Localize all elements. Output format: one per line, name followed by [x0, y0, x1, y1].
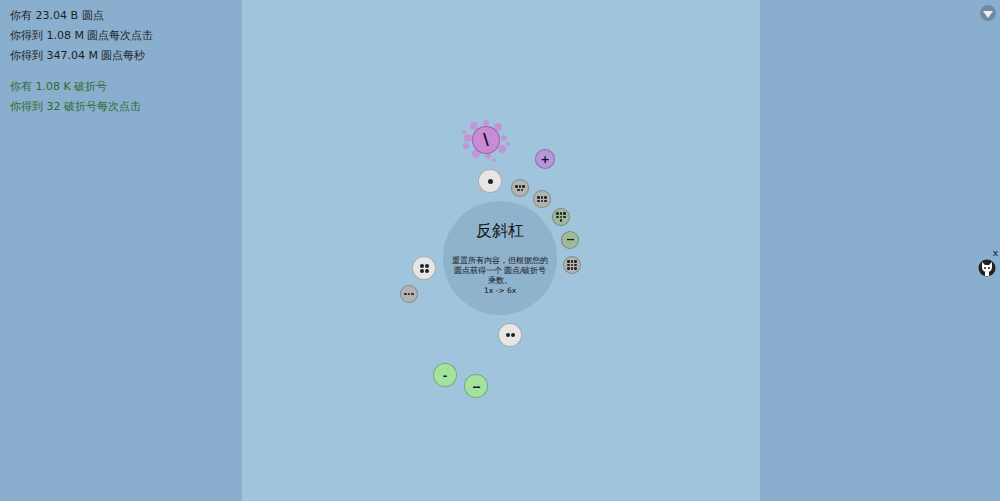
dot	[488, 179, 493, 184]
dot	[408, 293, 411, 296]
dot	[541, 196, 544, 199]
dot	[571, 260, 574, 263]
dot	[563, 212, 566, 215]
dot	[522, 185, 525, 188]
stat-line: 你得到 1.08 M 圆点每次点击	[10, 26, 232, 46]
dot	[574, 260, 577, 263]
upgrade-node[interactable]: -	[433, 363, 457, 387]
stats-panel: 你有 23.04 B 圆点你得到 1.08 M 圆点每次点击你得到 347.04…	[0, 0, 242, 501]
triangle-down-icon	[983, 11, 993, 18]
dot	[420, 264, 424, 268]
stat-line: 你得到 32 破折号每次点击	[10, 97, 232, 117]
dot	[571, 267, 574, 270]
prestige-title: 反斜杠	[476, 221, 524, 242]
right-panel: x	[760, 0, 1000, 501]
dots-icon	[420, 264, 429, 273]
node-label: --	[472, 381, 479, 392]
close-button[interactable]: x	[993, 248, 998, 258]
upgrade-node[interactable]	[552, 208, 570, 226]
dot	[519, 185, 522, 188]
dot	[563, 216, 566, 219]
dot	[517, 189, 520, 192]
dots-icon	[556, 212, 566, 222]
dot	[560, 219, 563, 222]
upgrade-node[interactable]	[533, 190, 551, 208]
stat-line: 你得到 347.04 M 圆点每秒	[10, 46, 232, 66]
dots-icon	[567, 260, 577, 270]
dot	[537, 200, 540, 203]
dots-icon	[404, 293, 414, 296]
dot	[574, 267, 577, 270]
upgrade-node[interactable]: --	[464, 374, 488, 398]
dot	[544, 196, 547, 199]
dot	[425, 264, 429, 268]
upgrade-node[interactable]	[478, 169, 502, 193]
node-label: \	[483, 132, 489, 148]
dot	[515, 185, 518, 188]
prestige-node[interactable]: 反斜杠重置所有内容，但根据您的圆点获得一个 圆点/破折号 乘数。1x -> 6x	[443, 201, 557, 315]
upgrade-node[interactable]	[511, 179, 529, 197]
upgrade-node[interactable]	[400, 285, 418, 303]
upgrade-node[interactable]: \	[472, 126, 500, 154]
dot	[567, 264, 570, 267]
node-label: -	[443, 370, 448, 381]
dot	[541, 200, 544, 203]
upgrade-node[interactable]	[563, 256, 581, 274]
upgrade-node[interactable]: +	[535, 149, 555, 169]
dot	[560, 216, 563, 219]
upgrade-node[interactable]	[412, 256, 436, 280]
github-cat-icon[interactable]	[978, 259, 996, 277]
dot	[556, 216, 559, 219]
node-label: +	[540, 154, 549, 165]
dots-icon	[506, 333, 515, 337]
upgrade-node[interactable]: ---	[561, 231, 579, 249]
dot	[425, 269, 429, 273]
prestige-description: 重置所有内容，但根据您的圆点获得一个 圆点/破折号 乘数。	[449, 256, 551, 286]
dots-icon	[488, 179, 493, 184]
stat-line: 你有 1.08 K 破折号	[10, 77, 232, 97]
dot	[567, 260, 570, 263]
dot	[560, 212, 563, 215]
stat-line: 你有 23.04 B 圆点	[10, 6, 232, 26]
node-label: ---	[567, 236, 574, 244]
dot	[420, 269, 424, 273]
dot	[574, 264, 577, 267]
dot	[411, 293, 414, 296]
dots-icon	[537, 196, 547, 202]
dot	[571, 264, 574, 267]
dot	[521, 189, 524, 192]
upgrade-node[interactable]	[498, 323, 522, 347]
dot	[567, 267, 570, 270]
dot	[544, 200, 547, 203]
prestige-multiplier: 1x -> 6x	[484, 286, 516, 296]
stats-spacer	[10, 66, 232, 77]
dot	[511, 333, 515, 337]
dots-icon	[515, 185, 525, 191]
dot	[537, 196, 540, 199]
dot	[506, 333, 510, 337]
upgrade-tree: 反斜杠重置所有内容，但根据您的圆点获得一个 圆点/破折号 乘数。1x -> 6x…	[242, 0, 760, 501]
dot	[556, 212, 559, 215]
menu-toggle-icon[interactable]	[980, 5, 996, 21]
dot	[404, 293, 407, 296]
